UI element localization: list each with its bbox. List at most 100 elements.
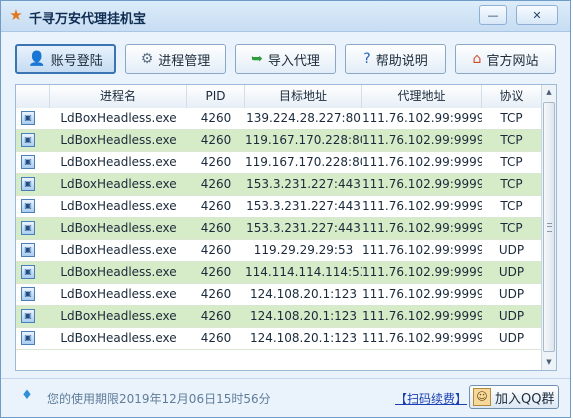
pid-cell: 4260 [200, 199, 232, 213]
target-address-cell: 153.3.231.227:443 [246, 177, 361, 191]
process-name-cell: LdBoxHeadless.exe [60, 111, 177, 125]
target-address-cell: 124.108.20.1:123 [249, 331, 358, 345]
gear-disc-icon: ⚙ [140, 51, 154, 67]
header-target-address[interactable]: 目标地址 [245, 85, 362, 108]
protocol-cell: UDP [498, 309, 525, 323]
table-row[interactable]: ▣ LdBoxHeadless.exe 4260 119.167.170.228:80… [16, 130, 541, 152]
pid-cell: 4260 [200, 133, 232, 147]
process-name-cell: LdBoxHeadless.exe [60, 199, 177, 213]
help-label: 帮助说明 [375, 53, 428, 69]
process-name-cell: LdBoxHeadless.exe [60, 221, 177, 235]
import-proxy-button[interactable]: ➥ 导入代理 [235, 44, 336, 74]
proxy-address-cell: 111.76.102.99:9999 [362, 133, 482, 147]
scroll-thumb[interactable] [543, 102, 555, 352]
protocol-cell: TCP [500, 199, 523, 213]
process-name-cell: LdBoxHeadless.exe [60, 133, 177, 147]
proxy-address-cell: 111.76.102.99:9999 [362, 177, 482, 191]
proxy-address-cell: 111.76.102.99:9999 [362, 309, 482, 323]
protocol-cell: TCP [500, 111, 523, 125]
import-proxy-label: 导入代理 [267, 53, 320, 69]
header-process-name[interactable]: 进程名 [50, 85, 187, 108]
process-window-icon: ▣ [21, 199, 35, 213]
scroll-up-arrow-icon[interactable]: ▲ [542, 85, 556, 100]
target-address-cell: 119.167.170.228:80 [245, 155, 362, 169]
join-qq-group-button[interactable]: ☺ 加入QQ群 [469, 385, 559, 409]
protocol-cell: TCP [500, 133, 523, 147]
table-row[interactable]: ▣ LdBoxHeadless.exe 4260 124.108.20.1:123 11… [16, 284, 541, 306]
process-window-icon: ▣ [21, 287, 35, 301]
diamond-icon: ♦ [21, 388, 33, 403]
vertical-scrollbar[interactable]: ▲ ▼ [541, 85, 556, 370]
target-address-cell: 124.108.20.1:123 [249, 309, 358, 323]
table-row[interactable]: ▣ LdBoxHeadless.exe 4260 139.224.28.227:80 1… [16, 108, 541, 130]
renew-scan-link[interactable]: 【扫码续费】 [395, 390, 467, 407]
window-title: 千寻万安代理挂机宝 [29, 12, 147, 27]
pid-cell: 4260 [200, 331, 232, 345]
process-name-cell: LdBoxHeadless.exe [60, 287, 177, 301]
table-row[interactable]: ▣ LdBoxHeadless.exe 4260 124.108.20.1:123 11… [16, 306, 541, 328]
scroll-down-arrow-icon[interactable]: ▼ [542, 355, 556, 370]
table-header: 进程名 PID 目标地址 代理地址 协议 [16, 85, 541, 109]
close-button[interactable]: ✕ [516, 5, 558, 25]
target-address-cell: 119.29.29.29:53 [253, 243, 354, 257]
official-site-label: 官方网站 [486, 53, 539, 69]
user-icon: 👤 [28, 51, 46, 67]
table-row[interactable]: ▣ LdBoxHeadless.exe 4260 119.29.29.29:53 111… [16, 240, 541, 262]
grip-icon [547, 223, 552, 232]
proxy-address-cell: 111.76.102.99:9999 [362, 243, 482, 257]
pid-cell: 4260 [200, 243, 232, 257]
header-proxy-address[interactable]: 代理地址 [362, 85, 482, 108]
header-pid[interactable]: PID [187, 85, 245, 108]
table-row[interactable]: ▣ LdBoxHeadless.exe 4260 153.3.231.227:443 1… [16, 196, 541, 218]
target-address-cell: 139.224.28.227:80 [246, 111, 361, 125]
star-logo-icon: ★ [9, 6, 23, 24]
target-address-cell: 124.108.20.1:123 [249, 287, 358, 301]
import-arrow-icon: ➥ [251, 51, 263, 67]
process-window-icon: ▣ [21, 309, 35, 323]
protocol-cell: UDP [498, 331, 525, 345]
proxy-address-cell: 111.76.102.99:9999 [362, 155, 482, 169]
table-row[interactable]: ▣ LdBoxHeadless.exe 4260 124.108.20.1:123 11… [16, 328, 541, 350]
process-management-button[interactable]: ⚙ 进程管理 [125, 44, 226, 74]
help-button[interactable]: ? 帮助说明 [345, 44, 446, 74]
help-icon: ? [363, 51, 371, 67]
process-name-cell: LdBoxHeadless.exe [60, 331, 177, 345]
protocol-cell: UDP [498, 287, 525, 301]
target-address-cell: 114.114.114.114:53 [245, 265, 362, 279]
title-bar[interactable]: ★ 千寻万安代理挂机宝 — ✕ [1, 1, 570, 32]
table-body: ▣ LdBoxHeadless.exe 4260 139.224.28.227:80 1… [16, 108, 541, 350]
process-management-label: 进程管理 [158, 53, 211, 69]
target-address-cell: 119.167.170.228:80 [245, 133, 362, 147]
header-protocol[interactable]: 协议 [482, 85, 541, 108]
official-site-button[interactable]: ⌂ 官方网站 [455, 44, 556, 74]
pid-cell: 4260 [200, 177, 232, 191]
process-window-icon: ▣ [21, 221, 35, 235]
protocol-cell: TCP [500, 221, 523, 235]
proxy-address-cell: 111.76.102.99:9999 [362, 287, 482, 301]
footer-divider [1, 378, 570, 379]
process-window-icon: ▣ [21, 265, 35, 279]
process-name-cell: LdBoxHeadless.exe [60, 243, 177, 257]
proxy-address-cell: 111.76.102.99:9999 [362, 111, 482, 125]
app-window: ★ 千寻万安代理挂机宝 — ✕ 👤 账号登陆 ⚙ 进程管理 ➥ 导入代理 ? 帮… [0, 0, 571, 418]
login-account-label: 账号登陆 [50, 53, 103, 69]
qq-group-icon: ☺ [473, 388, 491, 406]
join-qq-group-label: 加入QQ群 [495, 391, 555, 407]
pid-cell: 4260 [200, 111, 232, 125]
toolbar: 👤 账号登陆 ⚙ 进程管理 ➥ 导入代理 ? 帮助说明 ⌂ 官方网站 [1, 41, 570, 77]
minimize-button[interactable]: — [479, 5, 507, 25]
pid-cell: 4260 [200, 287, 232, 301]
protocol-cell: UDP [498, 243, 525, 257]
table-row[interactable]: ▣ LdBoxHeadless.exe 4260 114.114.114.114:53… [16, 262, 541, 284]
target-address-cell: 153.3.231.227:443 [246, 199, 361, 213]
process-name-cell: LdBoxHeadless.exe [60, 265, 177, 279]
process-window-icon: ▣ [21, 331, 35, 345]
protocol-cell: UDP [498, 265, 525, 279]
table-row[interactable]: ▣ LdBoxHeadless.exe 4260 153.3.231.227:443 1… [16, 218, 541, 240]
table-row[interactable]: ▣ LdBoxHeadless.exe 4260 153.3.231.227:443 1… [16, 174, 541, 196]
login-account-button[interactable]: 👤 账号登陆 [15, 44, 116, 74]
expiry-text: 您的使用期限2019年12月06日15时56分 [47, 392, 271, 406]
table-row[interactable]: ▣ LdBoxHeadless.exe 4260 119.167.170.228:80… [16, 152, 541, 174]
protocol-cell: TCP [500, 155, 523, 169]
home-icon: ⌂ [472, 51, 482, 67]
